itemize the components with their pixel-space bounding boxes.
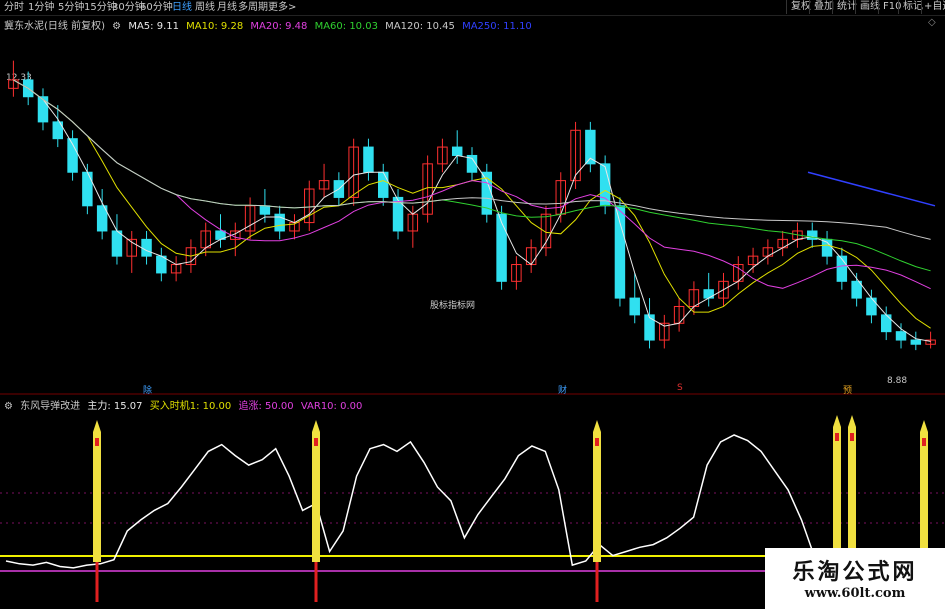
candle-body: [866, 297, 877, 316]
indicator-legend: ⚙ 东风导弹改进 主力: 15.07 买入时机1: 10.00 追涨: 50.0…: [4, 397, 366, 412]
marker-text: 预: [843, 386, 853, 396]
candle-body: [451, 146, 463, 156]
rocket-band: [314, 438, 318, 446]
logo-url: www.60lt.com: [804, 586, 906, 601]
candle-body: [37, 96, 49, 123]
candle-body: [910, 339, 922, 345]
ma10-line: [13, 79, 931, 329]
indicator-name: 东风导弹改进: [20, 401, 81, 412]
event-marker-cai[interactable]: 财: [558, 383, 567, 396]
candle-body: [629, 297, 640, 316]
candle-body: [378, 171, 389, 198]
logo-title: 乐淘公式网: [792, 560, 918, 585]
rocket-band: [835, 433, 839, 441]
candle-body: [836, 255, 848, 282]
rocket-band: [922, 438, 926, 446]
rocket-icon: [920, 420, 928, 562]
rocket-icon: [833, 415, 841, 562]
event-marker-s[interactable]: S: [677, 383, 683, 393]
candle-body: [895, 331, 907, 341]
candle-body: [141, 238, 152, 257]
marker-text: 除: [143, 386, 153, 396]
rocket-band: [850, 433, 854, 441]
candle-body: [111, 230, 123, 257]
main-force-label: 主力: 15.07: [87, 401, 143, 412]
rocket-icon: [848, 415, 856, 562]
site-logo: 乐淘公式网 www.60lt.com: [765, 548, 945, 609]
event-marker-yu[interactable]: 预: [843, 383, 852, 396]
event-marker-chu[interactable]: 除: [143, 383, 152, 396]
candle-body: [599, 163, 611, 207]
ma5-line: [13, 79, 931, 342]
ma20-line: [13, 79, 931, 290]
candle-body: [614, 205, 626, 299]
main-force-line: [5, 434, 816, 569]
rocket-icon: [312, 420, 320, 562]
buy-timing-label: 买入时机1: 10.00: [149, 401, 232, 412]
candle-body: [644, 314, 655, 341]
ma250-line: [807, 171, 936, 207]
candle-body: [703, 289, 714, 299]
marker-text: S: [677, 383, 683, 393]
rocket-band: [595, 438, 599, 446]
candle-body: [156, 255, 167, 274]
candle-body: [363, 146, 374, 173]
candlestick-chart[interactable]: [0, 0, 945, 392]
candle-body: [851, 280, 862, 299]
var10-label: VAR10: 0.00: [300, 401, 363, 412]
rocket-band: [95, 438, 99, 446]
rocket-icon: [593, 420, 601, 562]
marker-text: 财: [558, 386, 568, 396]
chase-label: 追涨: 50.00: [238, 401, 294, 412]
rocket-icon: [93, 420, 101, 562]
candle-body: [259, 205, 271, 215]
pane-divider[interactable]: [0, 393, 945, 395]
candle-body: [82, 171, 93, 207]
candle-body: [496, 213, 507, 282]
indicator-gear-icon[interactable]: ⚙: [4, 401, 13, 412]
